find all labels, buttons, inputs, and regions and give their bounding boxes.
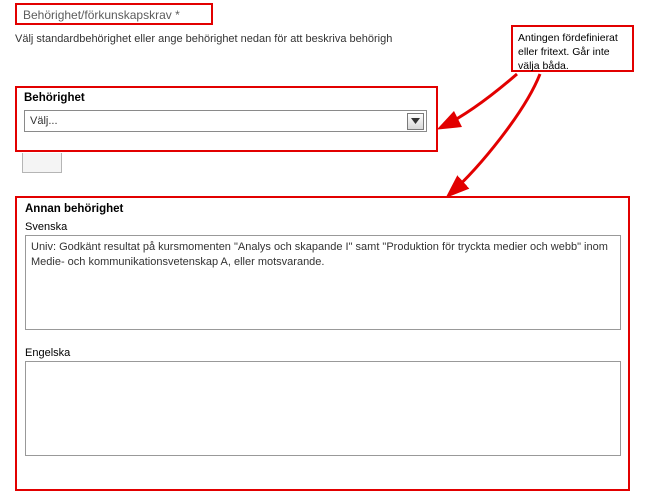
- arrow-icon: [432, 72, 522, 137]
- annan-title: Annan behörighet: [25, 203, 620, 215]
- behorighet-select-value: Välj...: [30, 115, 58, 127]
- annotation-text: Antingen fördefinierat eller fritext. Gå…: [518, 32, 618, 72]
- engelska-label: Engelska: [25, 347, 620, 359]
- annan-behorighet-section: Annan behörighet Svenska Engelska: [15, 196, 630, 491]
- chevron-down-icon: [407, 113, 424, 130]
- button-fragment[interactable]: [22, 153, 62, 173]
- arrow-icon: [430, 72, 550, 202]
- engelska-textarea[interactable]: [25, 361, 621, 456]
- behorighet-title: Behörighet: [24, 92, 429, 104]
- svenska-textarea[interactable]: [25, 235, 621, 330]
- section-description: Välj standardbehörighet eller ange behör…: [15, 33, 495, 45]
- behorighet-select[interactable]: Välj...: [24, 110, 427, 132]
- section-title-box: Behörighet/förkunskapskrav *: [15, 3, 213, 25]
- svenska-label: Svenska: [25, 221, 620, 233]
- annotation-callout: Antingen fördefinierat eller fritext. Gå…: [511, 25, 634, 72]
- section-title-text: Behörighet/förkunskapskrav *: [23, 8, 180, 22]
- form-screenshot: Behörighet/förkunskapskrav * Välj standa…: [0, 0, 645, 502]
- behorighet-section: Behörighet Välj...: [15, 86, 438, 152]
